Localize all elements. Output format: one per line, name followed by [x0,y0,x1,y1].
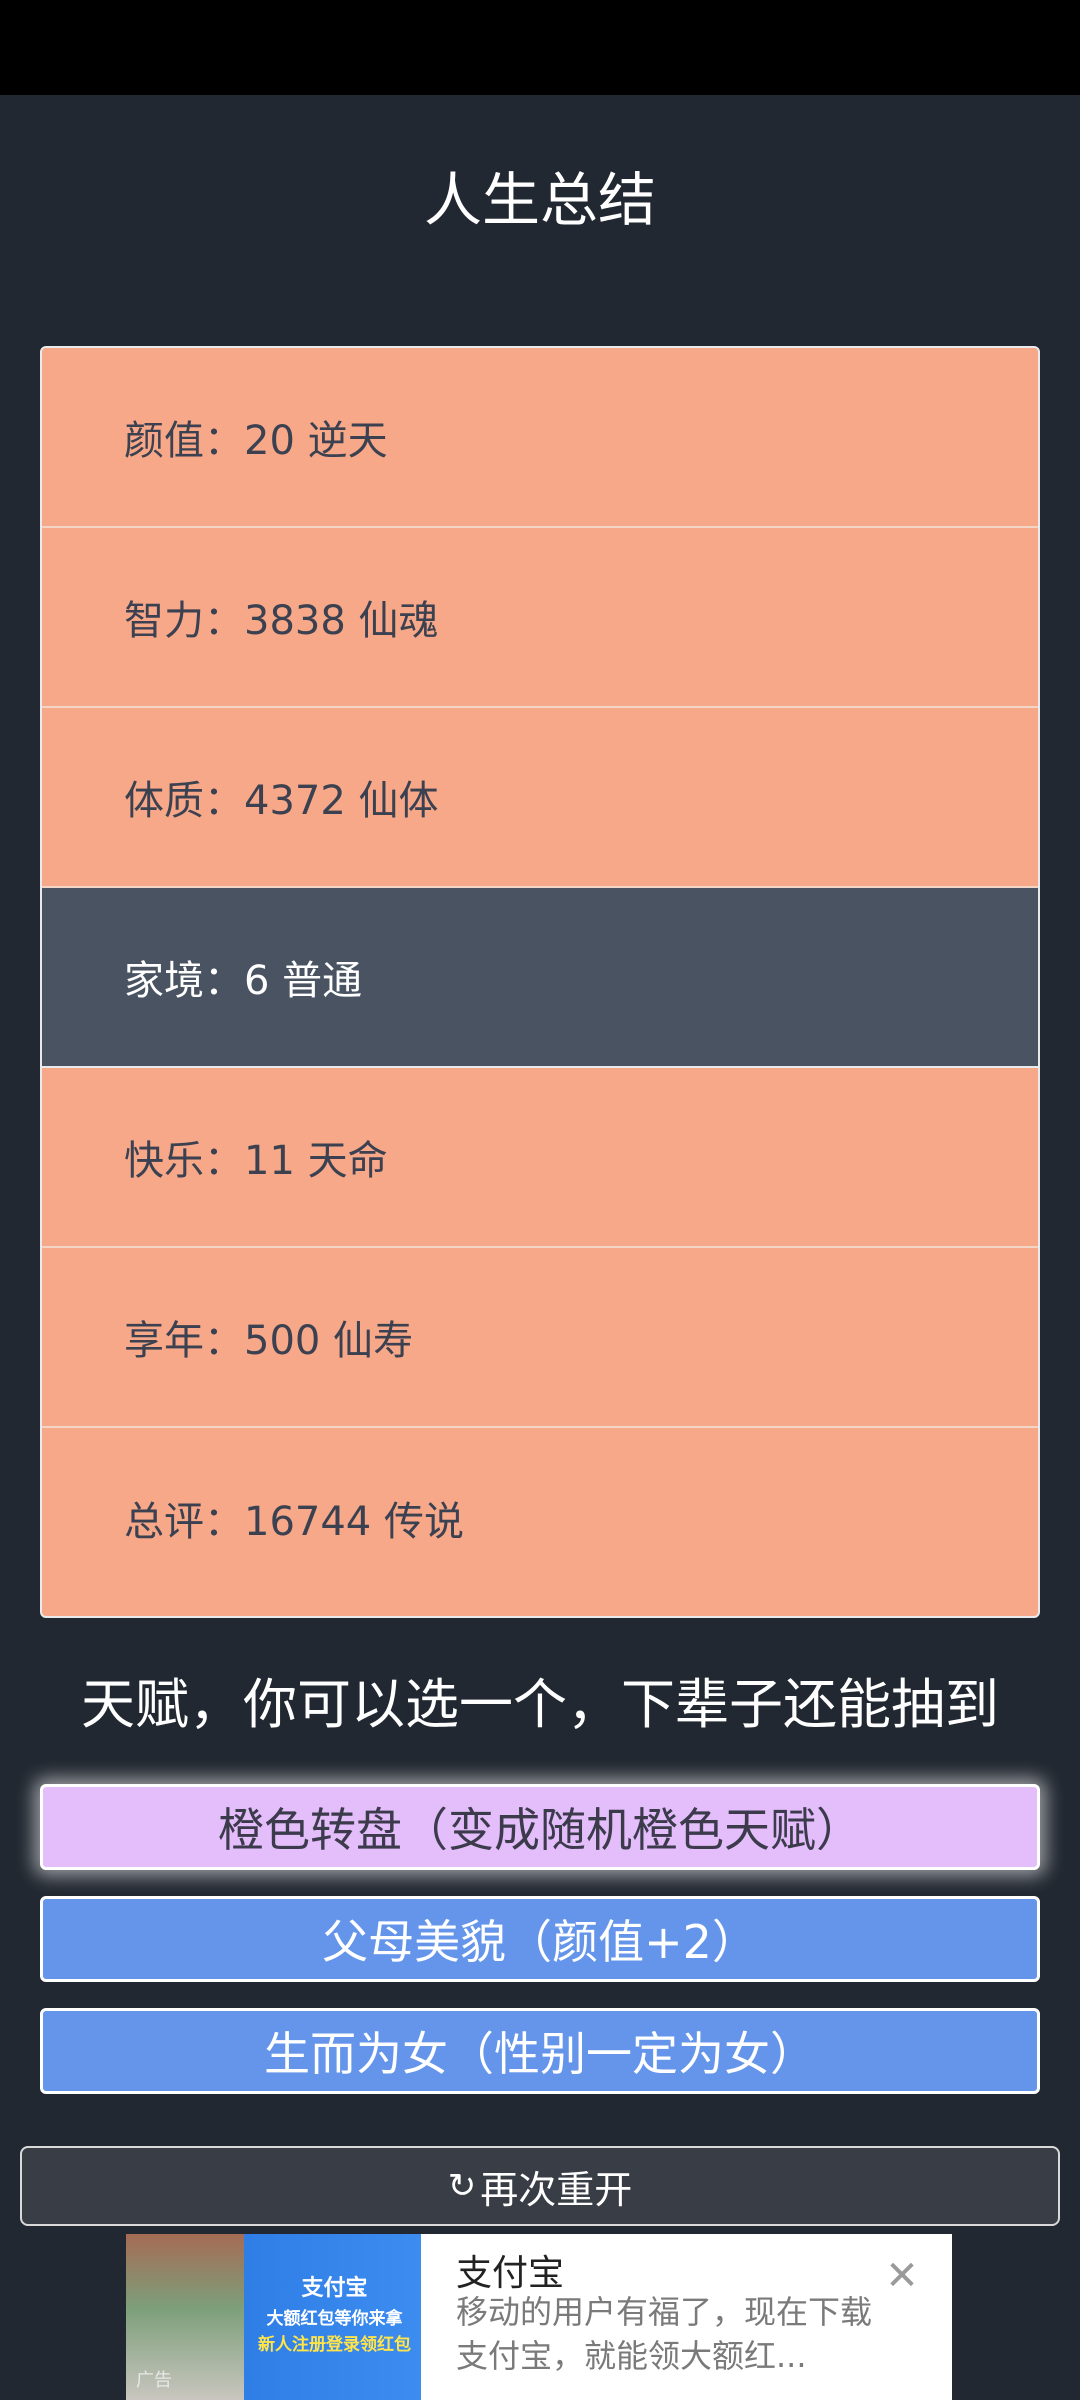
close-icon[interactable]: ✕ [882,2256,922,2296]
ad-banner[interactable]: 支付宝 大额红包等你来拿 新人注册登录领红包 广告 支付宝 移动的用户有福了，现… [126,2234,952,2400]
ad-image-line1: 大额红包等你来拿 [266,2309,403,2329]
summary-row-constitution: 体质：4372 仙体 [42,708,1038,888]
status-bar [0,0,1080,95]
summary-row-overall: 总评：16744 传说 [42,1428,1038,1608]
page-title: 人生总结 [423,166,656,234]
restart-icon: ↻ [447,2166,477,2206]
summary-row-appearance: 颜值：20 逆天 [42,348,1038,528]
restart-label: 再次重开 [480,2167,633,2212]
summary-row-family: 家境：6 普通 [42,888,1038,1068]
ad-image-brand: 支付宝 [301,2276,368,2301]
summary-list: 颜值：20 逆天 智力：3838 仙魂 体质：4372 仙体 家境：6 普通 快… [40,346,1040,1618]
ad-tag: 广告 [136,2370,172,2391]
summary-row-lifespan: 享年：500 仙寿 [42,1248,1038,1428]
talent-option-beautiful-parents[interactable]: 父母美貌（颜值+2） [40,1896,1040,1982]
summary-row-happiness: 快乐：11 天命 [42,1068,1038,1248]
restart-button[interactable]: ↻ 再次重开 [20,2146,1060,2226]
ad-image[interactable]: 支付宝 大额红包等你来拿 新人注册登录领红包 广告 [126,2234,421,2400]
talent-option-orange-wheel[interactable]: 橙色转盘（变成随机橙色天赋） [40,1784,1040,1870]
talent-heading: 天赋，你可以选一个，下辈子还能抽到 [81,1673,999,1736]
ad-title[interactable]: 支付宝 [456,2244,564,2296]
ad-description[interactable]: 移动的用户有福了，现在下载支付宝，就能领大额红... [456,2290,876,2386]
summary-row-intelligence: 智力：3838 仙魂 [42,528,1038,708]
ad-image-line2: 新人注册登录领红包 [258,2335,411,2355]
talent-option-born-female[interactable]: 生而为女（性别一定为女） [40,2008,1040,2094]
